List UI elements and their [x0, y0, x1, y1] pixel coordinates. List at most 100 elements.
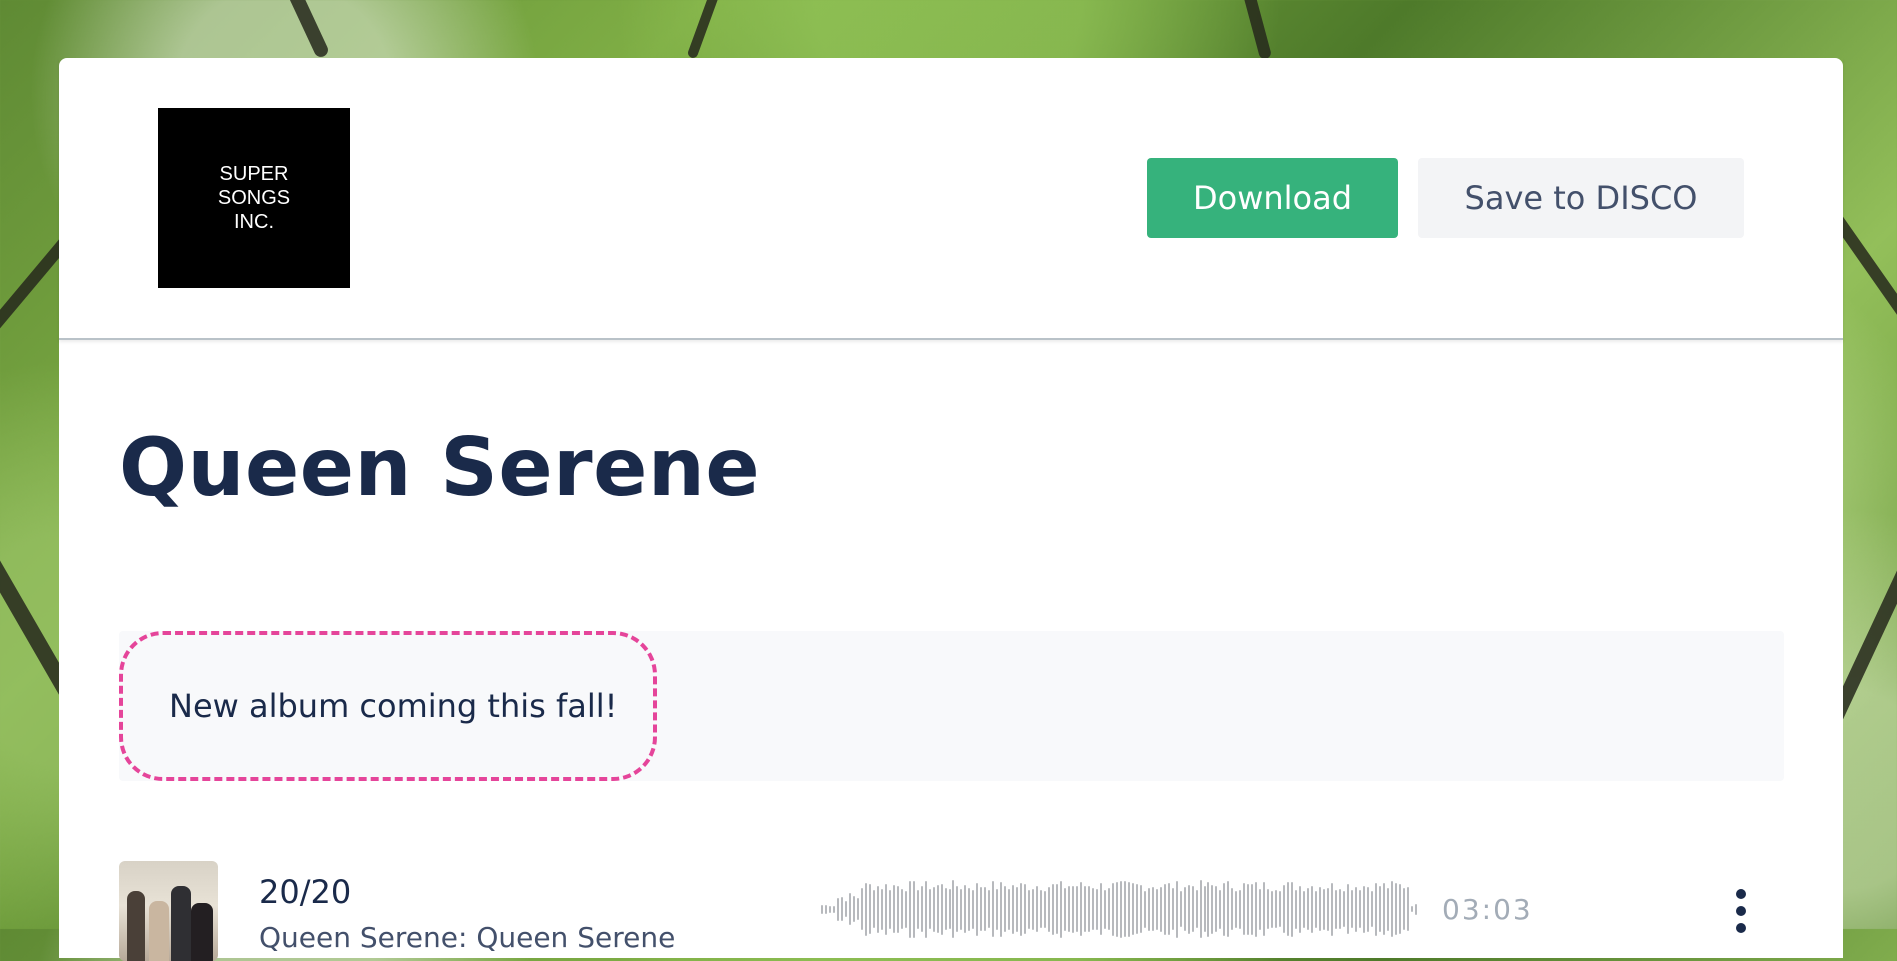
waveform-bar: [1231, 888, 1234, 930]
waveform-bar: [940, 883, 943, 935]
waveform-bar: [900, 889, 903, 929]
waveform-bar: [876, 885, 879, 933]
waveform-bar: [1283, 885, 1286, 933]
waveform-bar: [1211, 884, 1214, 934]
more-vertical-icon[interactable]: [1731, 889, 1751, 933]
waveform-bar: [916, 889, 919, 929]
waveform-bar: [1327, 887, 1330, 931]
waveform-bar: [1362, 885, 1365, 933]
waveform-bar: [1350, 890, 1353, 928]
waveform-bar: [1159, 886, 1162, 932]
waveform-bar: [1131, 883, 1134, 935]
waveform-bar: [1099, 883, 1102, 935]
waveform-bar: [1382, 883, 1385, 935]
waveform-bar: [996, 888, 999, 930]
waveform-bar: [928, 889, 931, 929]
waveform-bar: [1263, 882, 1266, 936]
waveform-bar: [1342, 891, 1345, 927]
waveform-bar: [1358, 890, 1361, 928]
waveform-bar: [1331, 882, 1333, 936]
waveform-bar: [888, 889, 891, 929]
waveform-bar: [1311, 885, 1314, 933]
waveform-bar: [1243, 883, 1246, 935]
waveform-bar: [904, 890, 907, 928]
waveform-bar: [860, 888, 863, 930]
waveform-bar: [1143, 890, 1146, 928]
waveform-bar: [832, 905, 835, 913]
waveform-bar: [960, 888, 963, 930]
kebab-dot: [1736, 889, 1746, 899]
waveform-bar: [1338, 889, 1341, 929]
waveform-bar: [956, 886, 959, 932]
waveform-bar: [1107, 888, 1110, 930]
waveform-bar: [1394, 883, 1397, 935]
waveform-bar: [984, 887, 987, 931]
waveform-bar: [1315, 890, 1318, 928]
waveform-bar: [968, 887, 971, 931]
waveform-bar: [1139, 885, 1142, 933]
waveform-bar: [1346, 884, 1349, 934]
waveform-bar: [1183, 887, 1186, 931]
waveform-bar: [988, 890, 991, 928]
waveform-bar: [1040, 890, 1043, 928]
waveform-bar: [1191, 886, 1194, 932]
waveform-bar: [1291, 881, 1294, 937]
waveform-bar: [1087, 886, 1090, 932]
download-button[interactable]: Download: [1147, 158, 1398, 238]
waveform-bar: [1032, 888, 1035, 930]
page-header: SUPER SONGS INC. Download Save to DISCO: [59, 58, 1843, 340]
waveform-bar: [1163, 883, 1166, 935]
waveform-bar: [1414, 903, 1417, 915]
waveform-bar: [1052, 883, 1055, 935]
waveform-bar: [1083, 886, 1086, 932]
waveform-bar: [1147, 887, 1150, 931]
waveform-bar: [1410, 906, 1413, 912]
waveform-bar: [824, 904, 827, 914]
waveform-bar: [1076, 886, 1078, 932]
track-album: Queen Serene: Queen Serene: [259, 921, 676, 954]
waveform-bar: [856, 898, 859, 920]
track-artwork: [119, 861, 218, 961]
waveform-bar: [1279, 891, 1282, 927]
track-title[interactable]: 20/20: [259, 873, 351, 911]
waveform-bar: [1064, 887, 1067, 931]
kebab-dot: [1736, 906, 1746, 916]
waveform-bar: [1171, 888, 1174, 930]
waveform-bar: [1151, 887, 1154, 931]
waveform-bar: [844, 901, 847, 917]
waveform-bar: [892, 885, 895, 933]
waveform-bar: [1000, 881, 1003, 937]
waveform-bar: [1378, 886, 1381, 932]
waveform-bar: [1195, 890, 1198, 928]
waveform-bar: [1398, 884, 1401, 934]
waveform-bar: [1048, 886, 1051, 932]
waveform-bar: [964, 885, 967, 933]
waveform-bar: [932, 886, 935, 932]
waveform-bar: [1271, 890, 1274, 928]
waveform-bar: [948, 889, 951, 929]
waveform-bar: [1251, 883, 1254, 935]
waveform-bar: [1167, 883, 1170, 935]
waveform-bar: [1215, 886, 1218, 932]
waveform-bar: [1259, 888, 1262, 930]
waveform-bar: [1299, 885, 1302, 933]
waveform-bar: [920, 886, 923, 932]
waveform-bar: [848, 893, 851, 925]
playlist-title: Queen Serene: [119, 421, 761, 514]
waveform-bar: [1267, 889, 1270, 929]
waveform-bar: [1155, 888, 1158, 930]
waveform-bar: [1135, 884, 1138, 934]
track-waveform[interactable]: [821, 879, 1418, 939]
waveform-bar: [1036, 886, 1039, 932]
save-to-disco-button[interactable]: Save to DISCO: [1418, 158, 1744, 238]
company-logo: SUPER SONGS INC.: [158, 108, 350, 288]
waveform-bar: [1103, 889, 1106, 929]
waveform-bar: [1024, 884, 1027, 934]
waveform-bar: [1207, 881, 1210, 937]
waveform-bar: [1199, 880, 1202, 938]
waveform-bar: [1020, 882, 1023, 936]
waveform-bar: [884, 883, 887, 935]
waveform-bar: [1072, 885, 1075, 933]
track-row[interactable]: 20/20 Queen Serene: Queen Serene 03:03: [59, 861, 1843, 961]
waveform-bar: [1275, 890, 1278, 928]
